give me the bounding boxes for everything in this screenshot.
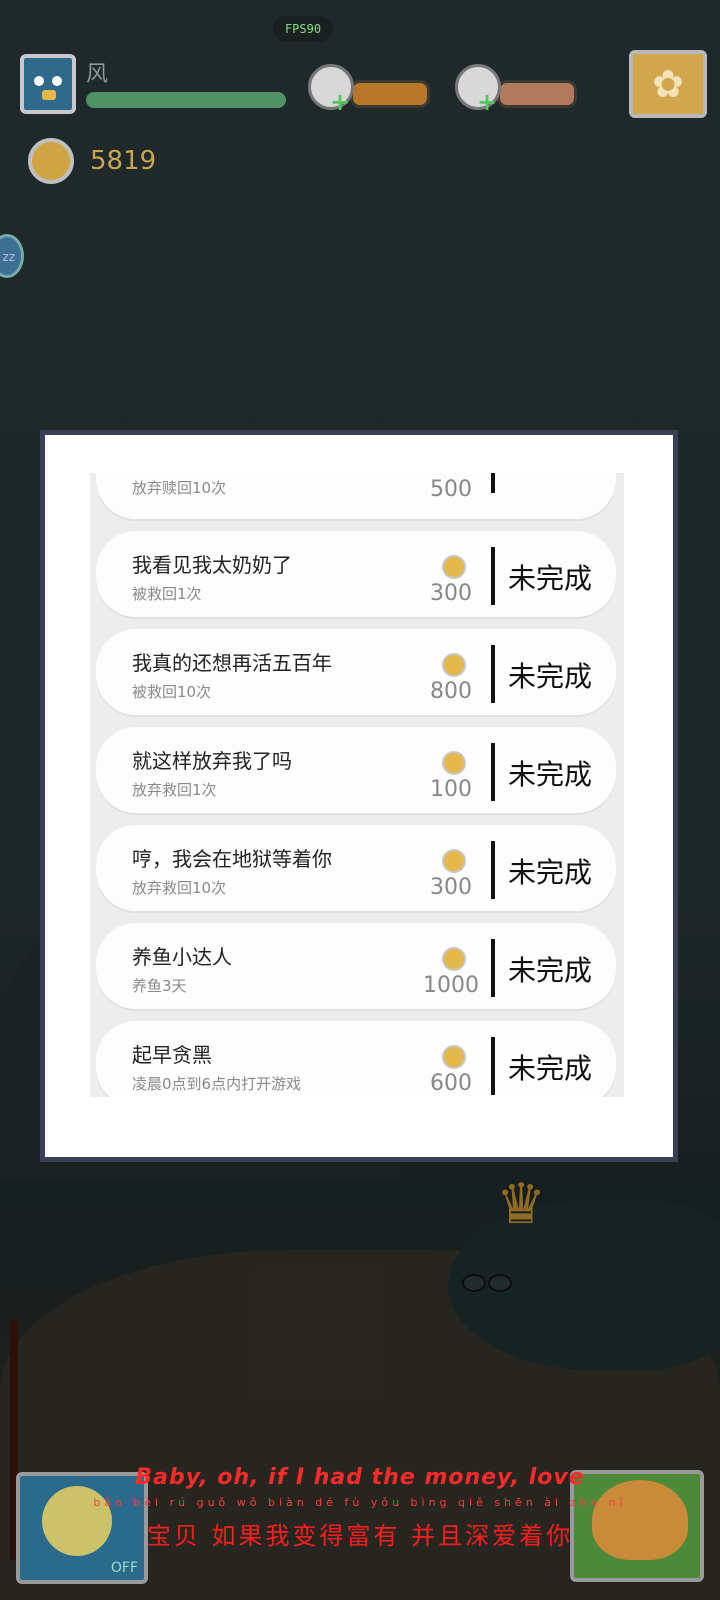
achievement-item[interactable]: 哼，我会在地狱等着你放弃救回10次 300 未完成 [96, 825, 616, 911]
achievement-description: 被救回1次 [132, 585, 202, 603]
add-food-icon[interactable]: + [330, 88, 350, 116]
achievement-title: 就这样放弃我了吗 [132, 749, 292, 773]
achievement-item[interactable]: 养鱼小达人养鱼3天 1000 未完成 [96, 923, 616, 1009]
avatar-beak-icon [42, 90, 56, 100]
coin-icon [442, 751, 466, 775]
achievement-description: 凌晨0点到6点内打开游戏 [132, 1075, 302, 1093]
coin-icon [442, 555, 466, 579]
achievement-description: 被救回10次 [132, 683, 212, 701]
avatar-eye-icon [34, 76, 44, 86]
achievement-description: 养鱼3天 [132, 977, 187, 995]
lyric-english: Baby, oh, if I had the money, love [135, 1465, 585, 1490]
achievement-title: 起早贪黑 [132, 1043, 212, 1067]
coin-count: 5819 [90, 146, 157, 176]
reward-amount: 1000 [423, 973, 479, 998]
achievement-title: 哼，我会在地狱等着你 [132, 847, 332, 871]
row-divider [491, 841, 495, 899]
achievement-status: 未完成 [508, 856, 593, 889]
lyric-pinyin: bǎo bèi rú guǒ wǒ biàn dé fù yǒu bìng qi… [93, 1496, 627, 1509]
achievement-item[interactable]: 我看见我太奶奶了被救回1次 300 未完成 [96, 531, 616, 617]
player-name: 风 [86, 62, 109, 87]
sleep-label: zz [2, 250, 15, 264]
reward-amount: 100 [430, 777, 472, 802]
thirst-bar [497, 80, 577, 108]
row-divider [491, 473, 495, 493]
coin-icon [442, 849, 466, 873]
reward-amount: 600 [430, 1071, 472, 1096]
reward-amount: 300 [430, 581, 472, 606]
player-avatar[interactable] [20, 54, 76, 114]
achievement-status: 未完成 [508, 1052, 593, 1085]
achievement-item[interactable]: 起早贪黑凌晨0点到6点内打开游戏 600 未完成 [96, 1021, 616, 1097]
flower-gear-icon: ✿ [652, 62, 684, 106]
row-divider [491, 645, 495, 703]
coin-icon [442, 947, 466, 971]
achievement-title: 我看见我太奶奶了 [132, 553, 292, 577]
avatar-eye-icon [52, 76, 62, 86]
add-drink-icon[interactable]: + [477, 88, 497, 116]
achievement-status: 未完成 [508, 954, 593, 987]
achievement-description: 放弃救回10次 [132, 879, 227, 897]
coin-icon [28, 138, 74, 184]
achievement-title: 我真的还想再活五百年 [132, 651, 332, 675]
achievements-dialog: 放弃赎回10次500未完成我看见我太奶奶了被救回1次300未完成我真的还想再活五… [40, 430, 678, 1162]
fps-counter: FPS90 [273, 16, 333, 42]
achievement-item[interactable]: 就这样放弃我了吗放弃救回1次 100 未完成 [96, 727, 616, 813]
lyric-chinese: 宝贝 如果我变得富有 并且深爱着你 [146, 1522, 574, 1550]
toggle-state-label: OFF [110, 1560, 138, 1576]
row-divider [491, 939, 495, 997]
health-bar [86, 92, 286, 108]
achievement-title: 养鱼小达人 [132, 945, 232, 969]
reward-amount: 800 [430, 679, 472, 704]
coin-icon [442, 653, 466, 677]
achievement-status: 未完成 [508, 562, 593, 595]
hunger-bar [350, 80, 430, 108]
achievement-item[interactable]: 放弃赎回10次500未完成 [96, 473, 616, 519]
achievement-description: 放弃救回1次 [132, 781, 217, 799]
coin-icon [442, 1045, 466, 1069]
row-divider [491, 743, 495, 801]
achievement-list[interactable]: 放弃赎回10次500未完成我看见我太奶奶了被救回1次300未完成我真的还想再活五… [90, 473, 624, 1097]
achievement-item[interactable]: 我真的还想再活五百年被救回10次 800 未完成 [96, 629, 616, 715]
achievement-status: 未完成 [508, 758, 593, 791]
reward-amount: 300 [430, 875, 472, 900]
row-divider [491, 547, 495, 605]
row-divider [491, 1037, 495, 1095]
settings-button[interactable]: ✿ [629, 50, 707, 118]
achievement-description: 放弃赎回10次 [132, 479, 227, 497]
achievement-status: 未完成 [508, 660, 593, 693]
reward-amount: 500 [430, 477, 472, 502]
